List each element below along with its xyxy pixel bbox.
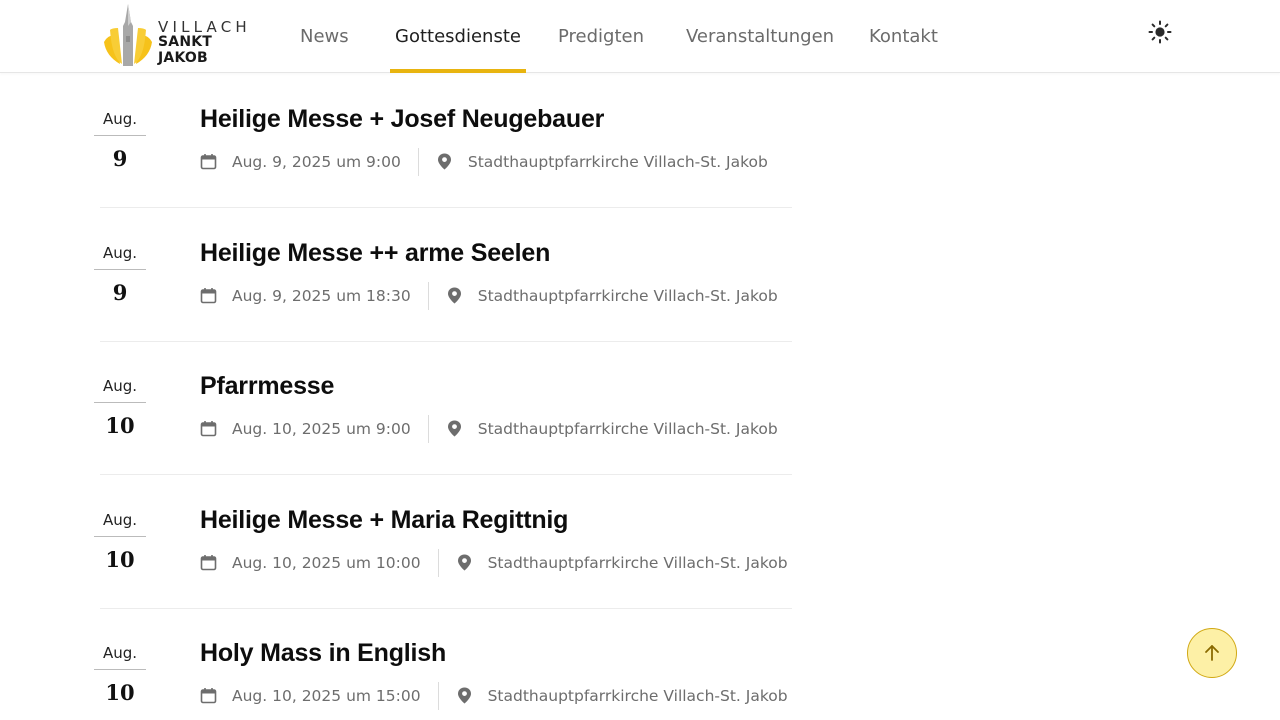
calendar-icon (200, 554, 217, 570)
site-logo[interactable]: VILLACH SANKT JAKOB (100, 2, 260, 68)
event-datetime-text: Aug. 10, 2025 um 15:00 (232, 687, 421, 705)
event-date-badge: Aug. 9 (94, 242, 146, 305)
event-title[interactable]: Heilige Messe ++ arme Seelen (200, 239, 550, 268)
event-item[interactable]: Aug. 10 Pfarrmesse Aug. 10, 2025 um 9:00… (94, 341, 792, 475)
event-date-badge: Aug. 10 (94, 642, 146, 705)
event-location-text[interactable]: Stadthauptpfarrkirche Villach-St. Jakob (488, 687, 788, 705)
event-title[interactable]: Heilige Messe + Maria Regittnig (200, 506, 568, 535)
event-day: 9 (112, 280, 128, 305)
event-location-text[interactable]: Stadthauptpfarrkirche Villach-St. Jakob (488, 554, 788, 572)
event-location: Stadthauptpfarrkirche Villach-St. Jakob (419, 148, 768, 176)
map-pin-icon (447, 420, 461, 436)
event-datetime: Aug. 10, 2025 um 15:00 (200, 682, 439, 710)
event-datetime-text: Aug. 10, 2025 um 9:00 (232, 420, 411, 438)
event-title[interactable]: Holy Mass in English (200, 639, 446, 668)
event-title[interactable]: Heilige Messe + Josef Neugebauer (200, 105, 604, 134)
event-location: Stadthauptpfarrkirche Villach-St. Jakob (439, 682, 788, 710)
map-pin-icon (447, 287, 461, 303)
calendar-icon (200, 287, 217, 303)
event-date-badge: Aug. 10 (94, 509, 146, 572)
nav-item-predigten[interactable]: Predigten (558, 0, 644, 73)
event-location: Stadthauptpfarrkirche Villach-St. Jakob (429, 415, 778, 443)
event-date-badge: Aug. 10 (94, 375, 146, 438)
nav-item-gottesdienste[interactable]: Gottesdienste (390, 0, 526, 73)
event-location-text[interactable]: Stadthauptpfarrkirche Villach-St. Jakob (478, 420, 778, 438)
scroll-to-top-button[interactable] (1187, 628, 1237, 678)
site-header: VILLACH SANKT JAKOB News Gottesdienste P… (0, 0, 1280, 73)
event-datetime: Aug. 9, 2025 um 18:30 (200, 282, 429, 310)
event-datetime: Aug. 10, 2025 um 10:00 (200, 549, 439, 577)
event-item[interactable]: Aug. 9 Heilige Messe ++ arme Seelen Aug.… (94, 208, 792, 342)
nav-item-news[interactable]: News (300, 0, 349, 73)
map-pin-icon (457, 687, 471, 703)
event-location-text[interactable]: Stadthauptpfarrkirche Villach-St. Jakob (468, 153, 768, 171)
event-datetime-text: Aug. 9, 2025 um 9:00 (232, 153, 401, 171)
theme-toggle-button[interactable] (1147, 19, 1173, 45)
event-day: 10 (105, 680, 135, 705)
event-day: 9 (112, 146, 128, 171)
event-datetime: Aug. 10, 2025 um 9:00 (200, 415, 429, 443)
event-meta: Aug. 9, 2025 um 18:30 Stadthauptpfarrkir… (200, 282, 778, 312)
logo-emblem-icon (104, 4, 152, 66)
event-meta: Aug. 10, 2025 um 9:00 Stadthauptpfarrkir… (200, 415, 778, 445)
event-month: Aug. (94, 375, 146, 403)
event-date-badge: Aug. 9 (94, 108, 146, 171)
event-location: Stadthauptpfarrkirche Villach-St. Jakob (429, 282, 778, 310)
nav-item-veranstaltungen[interactable]: Veranstaltungen (686, 0, 834, 73)
event-month: Aug. (94, 642, 146, 670)
event-location-text[interactable]: Stadthauptpfarrkirche Villach-St. Jakob (478, 287, 778, 305)
sun-icon (1148, 20, 1172, 44)
logo-text-sankt-jakob: SANKT JAKOB (158, 34, 213, 66)
event-location: Stadthauptpfarrkirche Villach-St. Jakob (439, 549, 788, 577)
event-month: Aug. (94, 108, 146, 136)
calendar-icon (200, 687, 217, 703)
calendar-icon (200, 420, 217, 436)
event-item[interactable]: Aug. 10 Heilige Messe + Maria Regittnig … (94, 475, 792, 609)
event-item[interactable]: Aug. 9 Heilige Messe + Josef Neugebauer … (94, 74, 792, 208)
event-month: Aug. (94, 509, 146, 537)
event-datetime: Aug. 9, 2025 um 9:00 (200, 148, 419, 176)
map-pin-icon (457, 554, 471, 570)
map-pin-icon (437, 153, 451, 169)
event-month: Aug. (94, 242, 146, 270)
event-meta: Aug. 10, 2025 um 10:00 Stadthauptpfarrki… (200, 549, 788, 579)
event-day: 10 (105, 413, 135, 438)
event-datetime-text: Aug. 10, 2025 um 10:00 (232, 554, 421, 572)
event-title[interactable]: Pfarrmesse (200, 372, 334, 401)
event-item[interactable]: Aug. 10 Holy Mass in English Aug. 10, 20… (94, 608, 792, 720)
calendar-icon (200, 153, 217, 169)
event-meta: Aug. 10, 2025 um 15:00 Stadthauptpfarrki… (200, 682, 788, 712)
event-datetime-text: Aug. 9, 2025 um 18:30 (232, 287, 411, 305)
event-day: 10 (105, 547, 135, 572)
arrow-up-icon (1205, 645, 1219, 661)
event-meta: Aug. 9, 2025 um 9:00 Stadthauptpfarrkirc… (200, 148, 768, 178)
nav-item-kontakt[interactable]: Kontakt (869, 0, 938, 73)
